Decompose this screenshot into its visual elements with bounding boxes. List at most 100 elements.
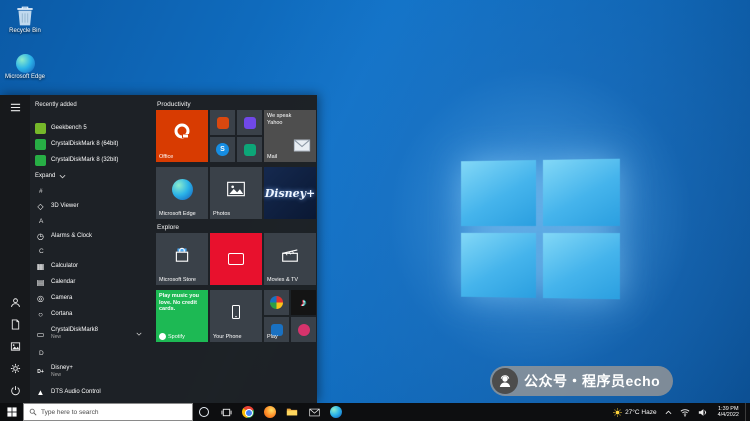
start-button[interactable]	[0, 403, 23, 421]
letter-group-c[interactable]: C	[30, 244, 150, 258]
teal-app-icon	[244, 144, 256, 156]
start-menu: Recently added Geekbench 5 CrystalDiskMa…	[0, 95, 317, 403]
clock-widget[interactable]: 1:39 PM 4/4/2022	[712, 403, 745, 421]
letter-group-d[interactable]: D	[30, 346, 150, 360]
app-folder-crystaldiskmark8[interactable]: ▭ CrystalDiskMark8 New	[30, 322, 150, 346]
chrome-icon	[242, 406, 254, 418]
tile-folder-label: Play	[267, 334, 278, 340]
tile-mail[interactable]: We speak Yahoo Mail	[264, 110, 316, 162]
desktop-icon-label: Recycle Bin	[9, 28, 41, 35]
power-button[interactable]	[0, 382, 30, 398]
calendar-icon: ▤	[35, 277, 46, 288]
edge-button[interactable]	[325, 403, 347, 421]
pictures-button[interactable]	[0, 338, 30, 354]
envelope-icon	[293, 139, 311, 152]
desktop-icon-microsoft-edge[interactable]: Microsoft Edge	[2, 54, 48, 81]
pink-app-icon	[298, 324, 310, 336]
user-account-button[interactable]	[0, 294, 30, 310]
hidden-icons-button[interactable]	[661, 403, 676, 421]
search-input[interactable]	[41, 409, 187, 416]
app-item-calendar[interactable]: ▤ Calendar	[30, 274, 150, 290]
app-item-label: CrystalDiskMark 8 (64bit)	[51, 141, 118, 147]
small-tile-skype[interactable]: S	[210, 137, 235, 162]
app-item-label: CrystalDiskMark8	[51, 327, 98, 334]
tile-red-promo[interactable]	[210, 233, 262, 285]
tile-movies-tv[interactable]: Movies & TV	[264, 233, 316, 285]
app-item-crystaldiskmark-32[interactable]: CrystalDiskMark 8 (32bit)	[30, 152, 150, 168]
documents-button[interactable]	[0, 316, 30, 332]
app-item-3d-viewer[interactable]: ◇ 3D Viewer	[30, 198, 150, 214]
app-item-label: Geekbench 5	[51, 125, 87, 131]
tile-microsoft-store[interactable]: Microsoft Store	[156, 233, 208, 285]
promo-icon	[210, 233, 262, 285]
letter-group-a[interactable]: A	[30, 214, 150, 228]
tile-label: Movies & TV	[267, 277, 298, 283]
firefox-button[interactable]	[259, 403, 281, 421]
volume-button[interactable]	[694, 403, 712, 421]
small-tile-teal-app[interactable]	[237, 137, 262, 162]
expand-button[interactable]: Expand	[30, 168, 150, 184]
network-button[interactable]	[676, 403, 694, 421]
small-tile-pink-app[interactable]	[291, 317, 316, 342]
alarm-clock-icon: ◷	[35, 231, 46, 242]
clapperboard-icon	[264, 233, 316, 277]
disney-plus-logo: Disney+	[264, 167, 316, 219]
small-tile-tiktok[interactable]: ♪	[291, 290, 316, 315]
new-badge: New	[51, 334, 98, 341]
app-item-cortana[interactable]: ○ Cortana	[30, 306, 150, 322]
app-item-disney-plus[interactable]: D+ Disney+ New	[30, 360, 150, 384]
desktop-icon-recycle-bin[interactable]: Recycle Bin	[2, 3, 48, 35]
task-view-icon	[221, 407, 232, 418]
wallpaper-pane	[542, 233, 619, 300]
folder-icon: ▭	[35, 329, 46, 340]
app-item-geekbench5[interactable]: Geekbench 5	[30, 120, 150, 136]
tile-spotify[interactable]: Play music you love. No credit cards. Sp…	[156, 290, 208, 342]
hamburger-menu-button[interactable]	[0, 99, 30, 115]
wallpaper-pane	[461, 160, 535, 226]
tile-label: Microsoft Edge	[159, 211, 196, 217]
letter-group-hash[interactable]: #	[30, 184, 150, 198]
windows-wallpaper-logo	[461, 159, 620, 300]
recycle-bin-icon	[14, 3, 36, 27]
show-desktop-button[interactable]	[745, 403, 750, 421]
app-item-camera[interactable]: ◎ Camera	[30, 290, 150, 306]
skype-icon: S	[216, 143, 229, 156]
app-item-calculator[interactable]: ▦ Calculator	[30, 258, 150, 274]
tile-disney-plus[interactable]: Disney+	[264, 167, 316, 219]
task-view-button[interactable]	[215, 403, 237, 421]
weather-widget[interactable]: 27°C Haze	[609, 403, 661, 421]
app-item-alarms-clock[interactable]: ◷ Alarms & Clock	[30, 228, 150, 244]
app-item-label: DTS Audio Control	[51, 389, 101, 395]
small-tile-game-colorful[interactable]	[264, 290, 289, 315]
app-item-label: Alarms & Clock	[51, 233, 92, 239]
crystaldiskmark-icon	[35, 139, 46, 150]
weather-text: 27°C Haze	[625, 409, 657, 416]
tile-your-phone[interactable]: Your Phone	[210, 290, 262, 342]
file-explorer-button[interactable]	[281, 403, 303, 421]
tile-folder-play[interactable]: ♪ Play	[264, 290, 316, 342]
small-tile-orange-app[interactable]	[210, 110, 235, 135]
colorful-game-icon	[270, 296, 283, 309]
tile-label: Photos	[213, 211, 230, 217]
orange-app-icon	[217, 117, 229, 129]
tile-photos[interactable]: Photos	[210, 167, 262, 219]
taskbar-search-box[interactable]	[23, 403, 193, 421]
small-tile-purple-app[interactable]	[237, 110, 262, 135]
tile-office[interactable]: Office	[156, 110, 208, 162]
app-item-crystaldiskmark-64[interactable]: CrystalDiskMark 8 (64bit)	[30, 136, 150, 152]
expand-label: Expand	[35, 173, 55, 179]
mail-ad-line1: We speak	[267, 113, 291, 120]
watermark-text: 公众号・程序员echo	[524, 371, 660, 391]
tile-group-header-explore: Explore	[157, 224, 179, 231]
edge-icon	[16, 54, 35, 73]
chrome-button[interactable]	[237, 403, 259, 421]
dts-icon: ▲	[35, 387, 46, 398]
mail-ad-line2: Yahoo	[267, 120, 291, 127]
start-app-list: Recently added Geekbench 5 CrystalDiskMa…	[30, 95, 150, 403]
cortana-button[interactable]	[193, 403, 215, 421]
mail-button[interactable]	[303, 403, 325, 421]
tile-microsoft-edge[interactable]: Microsoft Edge	[156, 167, 208, 219]
app-item-dts-audio[interactable]: ▲ DTS Audio Control	[30, 384, 150, 400]
settings-gear-icon[interactable]	[0, 360, 30, 376]
new-badge: New	[51, 372, 73, 379]
